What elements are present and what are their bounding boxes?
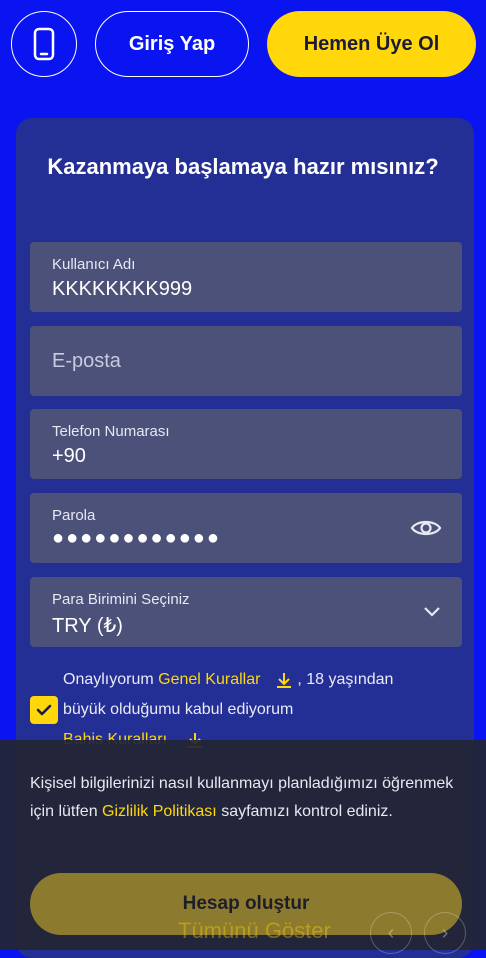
password-field[interactable]: Parola ●●●●●●●●●●●●	[30, 493, 462, 563]
terms-checkbox[interactable]	[30, 696, 58, 724]
password-label: Parola	[52, 507, 96, 524]
show-all-link[interactable]: Tümünü Göster	[178, 918, 331, 944]
mobile-app-button[interactable]	[11, 11, 77, 77]
chevron-right-icon: ›	[441, 921, 449, 944]
email-placeholder: E-posta	[52, 350, 121, 372]
signup-button[interactable]: Hemen Üye Ol	[267, 11, 476, 77]
checkmark-icon	[36, 704, 52, 716]
top-bar: Giriş Yap Hemen Üye Ol	[0, 0, 486, 90]
username-label: Kullanıcı Adı	[52, 256, 136, 273]
cookie-text-after: sayfamızı kontrol ediniz.	[221, 803, 393, 820]
chevron-left-icon: ‹	[387, 921, 395, 944]
general-rules-link[interactable]: Genel Kurallar	[158, 671, 260, 688]
cookie-notice-text: Kişisel bilgilerinizi nasıl kullanmayı p…	[30, 770, 460, 826]
username-field[interactable]: Kullanıcı Adı KKKKKKKK999	[30, 242, 462, 312]
currency-value: TRY (₺)	[52, 615, 123, 637]
form-title: Kazanmaya başlamaya hazır mısınız?	[47, 154, 439, 179]
phone-value: +90	[52, 445, 86, 467]
password-value: ●●●●●●●●●●●●	[52, 527, 221, 549]
email-field[interactable]: E-posta	[30, 326, 462, 396]
username-value: KKKKKKKK999	[52, 278, 193, 300]
smartphone-icon	[33, 27, 55, 61]
phone-label: Telefon Numarası	[52, 423, 170, 440]
currency-select[interactable]: Para Birimini Seçiniz TRY (₺)	[30, 577, 462, 647]
terms-age-text: , 18 yaşından	[297, 671, 394, 688]
eye-icon[interactable]	[410, 512, 442, 544]
currency-label: Para Birimini Seçiniz	[52, 591, 190, 608]
next-arrow-button[interactable]: ›	[424, 912, 466, 954]
terms-line2: büyük olduğumu kabul ediyorum	[63, 701, 294, 718]
download-icon[interactable]	[275, 671, 293, 689]
terms-prefix: Onaylıyorum	[63, 671, 154, 688]
privacy-policy-link[interactable]: Gizlilik Politikası	[102, 803, 217, 820]
login-button[interactable]: Giriş Yap	[95, 11, 249, 77]
chevron-down-icon	[424, 607, 440, 617]
prev-arrow-button[interactable]: ‹	[370, 912, 412, 954]
phone-field[interactable]: Telefon Numarası +90	[30, 409, 462, 479]
